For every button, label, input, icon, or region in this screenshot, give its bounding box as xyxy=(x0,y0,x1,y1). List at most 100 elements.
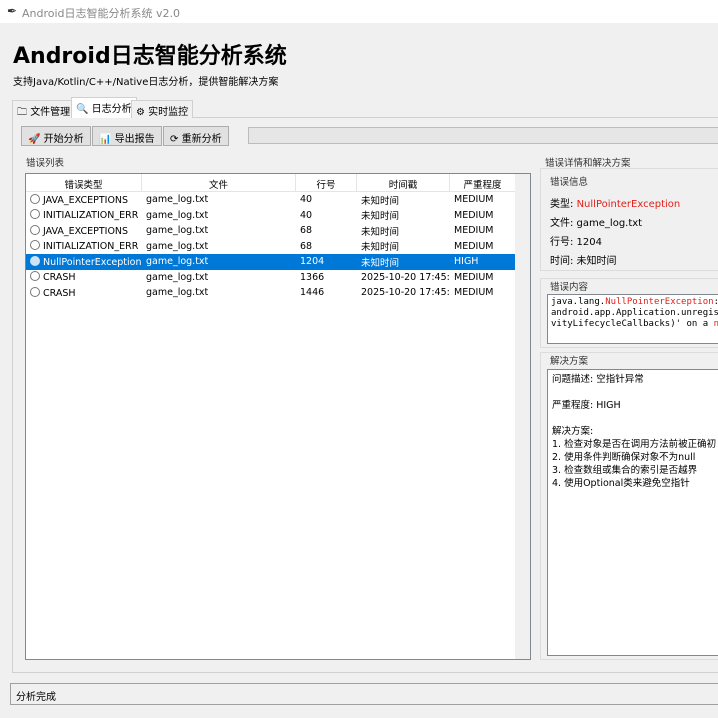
error-time: 时间: 未知时间 xyxy=(550,256,617,267)
tab-file-management[interactable]: 🗀 文件管理 xyxy=(12,100,76,118)
error-info-label: 错误信息 xyxy=(550,177,589,188)
table-cell: JAVA_EXCEPTIONS xyxy=(26,193,142,206)
tab-log-analysis[interactable]: 🔍 日志分析 xyxy=(71,97,137,118)
table-cell: 68 xyxy=(300,225,313,237)
folder-icon: 🗀 xyxy=(17,107,27,118)
error-type: 类型: NullPointerException xyxy=(550,195,680,210)
refresh-icon: ⟳ xyxy=(170,134,179,145)
error-list-label: 错误列表 xyxy=(26,158,65,169)
tab-label: 实时监控 xyxy=(148,107,189,118)
table-cell: game_log.txt xyxy=(146,287,209,299)
type-value: NullPointerException xyxy=(576,199,681,210)
error-line: 行号: 1204 xyxy=(550,237,602,248)
table-row[interactable]: NullPointerException game_log.txt 1204 未知时间… xyxy=(26,254,530,270)
table-cell: 未知时间 xyxy=(361,195,400,207)
radio-icon xyxy=(30,193,40,204)
table-header: 错误类型 文件 行号 时间戳 严重程度 xyxy=(26,174,530,192)
table-cell: NullPointerException xyxy=(26,255,142,268)
button-label: 开始分析 xyxy=(43,134,84,145)
export-report-button[interactable]: 📊 导出报告 xyxy=(92,126,162,146)
search-icon: 🔍 xyxy=(76,104,89,115)
details-label: 错误详情和解决方案 xyxy=(545,158,631,169)
title-bar: ✒ Android日志智能分析系统 v2.0 xyxy=(0,0,718,23)
table-cell: game_log.txt xyxy=(146,209,209,221)
table-cell: 40 xyxy=(300,209,313,221)
table-cell: JAVA_EXCEPTIONS xyxy=(26,224,142,237)
radio-icon xyxy=(30,286,40,297)
table-row[interactable]: JAVA_EXCEPTIONS game_log.txt 68 未知时间 MEDIUM xyxy=(26,223,530,239)
table-cell: CRASH xyxy=(26,271,142,283)
table-cell: 1204 xyxy=(300,256,325,268)
column-header[interactable]: 时间戳 xyxy=(357,174,450,191)
table-cell: 未知时间 xyxy=(361,242,400,254)
radio-icon xyxy=(30,224,40,235)
chart-icon: 📊 xyxy=(99,134,112,145)
column-header[interactable]: 错误类型 xyxy=(26,174,142,191)
table-cell: 68 xyxy=(300,240,313,252)
tab-label: 文件管理 xyxy=(30,107,71,118)
radio-icon xyxy=(30,271,40,282)
radio-icon xyxy=(30,240,40,251)
page-subtitle: 支持Java/Kotlin/C++/Native日志分析，提供智能解决方案 xyxy=(13,77,279,88)
table-cell: 未知时间 xyxy=(361,211,400,223)
table-cell: MEDIUM xyxy=(454,240,494,252)
solution-line: 3. 检查数组或集合的索引是否越界 xyxy=(552,465,698,476)
start-analysis-button[interactable]: 🚀 开始分析 xyxy=(21,126,91,146)
window-title: Android日志智能分析系统 v2.0 xyxy=(22,7,181,20)
reanalyze-button[interactable]: ⟳ 重新分析 xyxy=(163,126,229,146)
status-bar: 分析完成 xyxy=(10,683,718,705)
table-cell: MEDIUM xyxy=(454,194,494,206)
table-cell: 40 xyxy=(300,194,313,206)
type-label: 类型: xyxy=(550,199,577,210)
column-header[interactable]: 文件 xyxy=(142,174,296,191)
button-label: 导出报告 xyxy=(114,134,155,145)
table-row[interactable]: INITIALIZATION_ERR game_log.txt 68 未知时间 MEDI… xyxy=(26,239,530,255)
table-row[interactable]: JAVA_EXCEPTIONS game_log.txt 40 未知时间 MEDIUM xyxy=(26,192,530,208)
table-cell: game_log.txt xyxy=(146,240,209,252)
solution-text[interactable]: 问题描述: 空指针异常 严重程度: HIGH 解决方案: 1. 检查对象是否在调用方法… xyxy=(547,369,718,656)
table-row[interactable]: CRASH game_log.txt 1366 2025-10-20 17:45:0 M… xyxy=(26,270,530,286)
gear-icon: ⚙ xyxy=(136,107,145,118)
radio-icon xyxy=(30,255,40,266)
tab-label: 日志分析 xyxy=(91,104,132,115)
table-cell: INITIALIZATION_ERR xyxy=(26,209,142,221)
vertical-scrollbar[interactable] xyxy=(515,174,530,659)
error-file: 文件: game_log.txt xyxy=(550,218,643,229)
table-cell: 2025-10-20 17:45:0 xyxy=(361,271,450,283)
column-header[interactable]: 行号 xyxy=(296,174,357,191)
table-cell: MEDIUM xyxy=(454,287,494,299)
table-cell: 未知时间 xyxy=(361,226,400,238)
solution-line: 解决方案: xyxy=(552,426,594,437)
tab-realtime-monitor[interactable]: ⚙ 实时监控 xyxy=(131,100,194,118)
table-cell: game_log.txt xyxy=(146,194,209,206)
solution-label: 解决方案 xyxy=(550,356,589,367)
solution-line: 问题描述: 空指针异常 xyxy=(552,374,644,385)
table-cell: game_log.txt xyxy=(146,225,209,237)
table-row[interactable]: CRASH game_log.txt 1446 2025-10-20 17:45:1 M… xyxy=(26,285,530,301)
radio-icon xyxy=(30,209,40,220)
rocket-icon: 🚀 xyxy=(28,134,41,145)
table-cell: game_log.txt xyxy=(146,271,209,283)
table-row[interactable]: INITIALIZATION_ERR game_log.txt 40 未知时间 MEDI… xyxy=(26,208,530,224)
solution-line: 4. 使用Optional类来避免空指针 xyxy=(552,478,690,489)
solution-line: 1. 检查对象是否在调用方法前被正确初 xyxy=(552,439,717,450)
table-cell: MEDIUM xyxy=(454,271,494,283)
error-content-text[interactable]: java.lang.NullPointerException: android.… xyxy=(547,294,718,344)
table-cell: INITIALIZATION_ERR xyxy=(26,240,142,252)
table-cell: 未知时间 xyxy=(361,257,400,269)
feather-icon: ✒ xyxy=(7,4,18,18)
table-cell: 1446 xyxy=(300,287,325,299)
column-header[interactable]: 严重程度 xyxy=(450,174,516,191)
page-title: Android日志智能分析系统 xyxy=(13,44,287,69)
table-cell: 1366 xyxy=(300,271,325,283)
table-cell: MEDIUM xyxy=(454,225,494,237)
table-cell: CRASH xyxy=(26,286,142,299)
table-cell: game_log.txt xyxy=(146,256,209,268)
solution-line: 严重程度: HIGH xyxy=(552,400,621,411)
table-cell: MEDIUM xyxy=(454,209,494,221)
solution-line xyxy=(552,412,718,425)
solution-line: 2. 使用条件判断确保对象不为null xyxy=(552,452,696,463)
table-cell: HIGH xyxy=(454,256,479,268)
solution-line xyxy=(552,386,718,399)
error-list-table[interactable]: 错误类型 文件 行号 时间戳 严重程度 JAVA_EXCEPTIONS game_… xyxy=(25,173,531,660)
